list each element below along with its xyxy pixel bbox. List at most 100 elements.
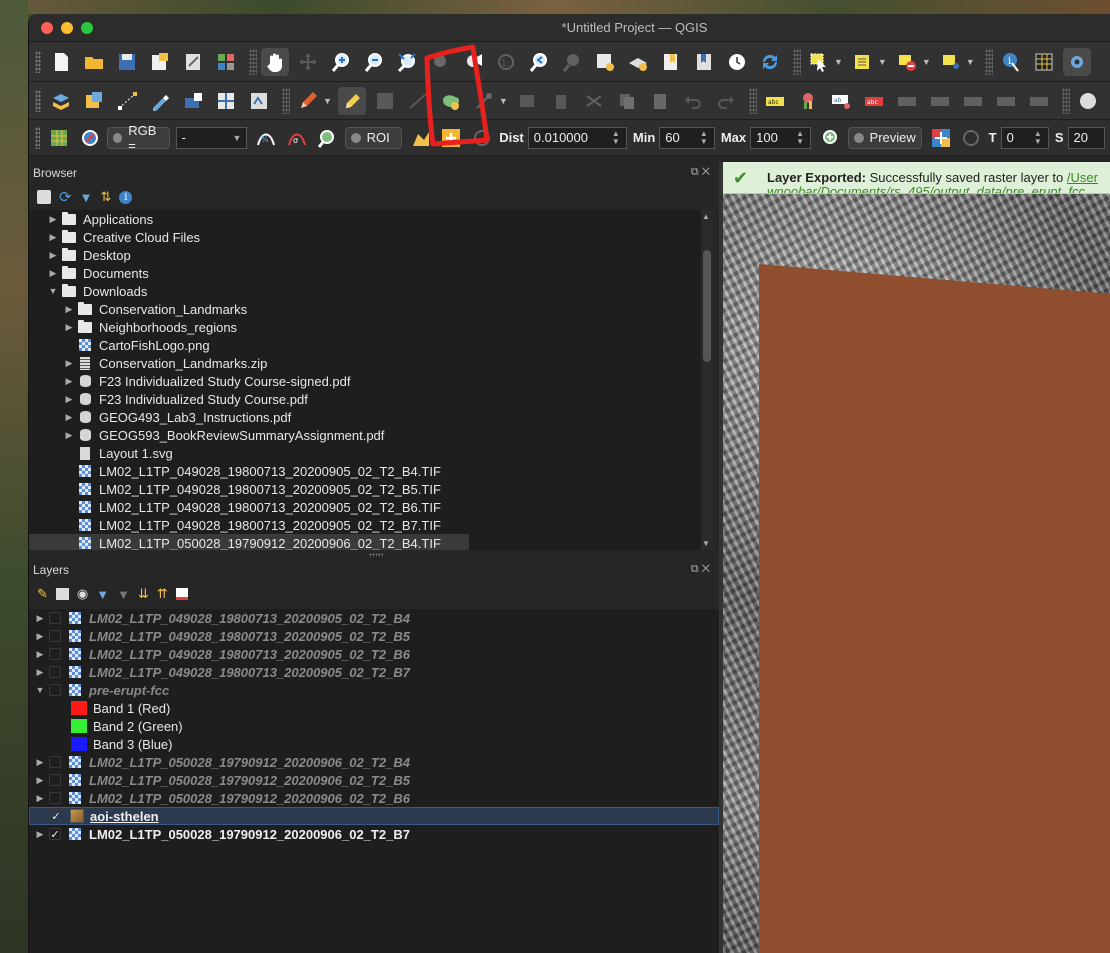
browser-item[interactable]: ▶ Conservation_Landmarks — [29, 300, 703, 318]
expand-right-arrow-icon[interactable]: ▶ — [31, 649, 49, 660]
show-hide-labels-icon[interactable] — [992, 87, 1020, 115]
save-edits-icon[interactable] — [371, 87, 399, 115]
toggle-editing-pencil-icon[interactable] — [294, 87, 322, 115]
add-layer-icon[interactable] — [80, 87, 108, 115]
expand-right-arrow-icon[interactable]: ▶ — [31, 775, 49, 786]
map-canvas[interactable] — [723, 194, 1110, 953]
modify-attributes-icon[interactable] — [514, 87, 542, 115]
panel-float-close-icon[interactable]: ⧉✕ — [691, 563, 713, 576]
collapse-all-icon[interactable]: ⇈ — [157, 586, 168, 602]
add-roi-plus-icon[interactable] — [438, 124, 463, 152]
legend-item[interactable]: Band 1 (Red) — [29, 699, 719, 717]
processing-toolbox-gear-icon[interactable] — [1062, 47, 1091, 76]
edit-pencil-icon[interactable] — [337, 86, 366, 115]
rotate-label-icon[interactable] — [926, 87, 954, 115]
min-input[interactable]: 60 ▲ ▼ — [659, 126, 715, 149]
chevron-down-icon[interactable]: ▼ — [922, 57, 931, 67]
layer-visibility-checkbox[interactable] — [49, 756, 61, 768]
expand-right-arrow-icon[interactable]: ▶ — [45, 268, 61, 279]
expand-right-arrow-icon[interactable]: ▶ — [45, 250, 61, 261]
dist-input[interactable]: 0.010000 ▲ ▼ — [527, 126, 627, 149]
aoi-polygon[interactable] — [759, 264, 1110, 953]
browser-item[interactable]: ▶ GEOG593_BookReviewSummaryAssignment.pdf — [29, 426, 703, 444]
delete-selected-icon[interactable] — [547, 87, 575, 115]
browser-scrollbar[interactable]: ▲ ▼ — [701, 210, 713, 550]
layer-visibility-checkbox[interactable] — [49, 792, 61, 804]
browser-item[interactable]: ▶ F23 Individualized Study Course.pdf — [29, 390, 703, 408]
message-path-link-continued[interactable]: wnoobar/Documents/rs_495/output_data/pre… — [767, 184, 1085, 193]
show-bookmarks-icon[interactable] — [690, 48, 718, 76]
move-label-icon[interactable] — [893, 87, 921, 115]
layer-item[interactable]: ▶ ✓ LM02_L1TP_050028_19790912_20200906_02_… — [29, 825, 719, 843]
panel-float-close-icon[interactable]: ⧉✕ — [691, 166, 713, 179]
browser-item[interactable]: CartoFishLogo.png — [29, 336, 703, 354]
zoom-to-preview-icon[interactable] — [817, 124, 842, 152]
layout-manager-icon[interactable] — [179, 48, 207, 76]
add-line-icon[interactable] — [404, 87, 432, 115]
highlight-labels-icon[interactable]: abc — [860, 87, 888, 115]
layer-visibility-checkbox[interactable] — [49, 666, 61, 678]
expand-right-arrow-icon[interactable]: ▶ — [31, 667, 49, 678]
t-input[interactable]: 0 ▲ ▼ — [1000, 126, 1049, 149]
expand-right-arrow-icon[interactable]: ▶ — [31, 829, 49, 840]
add-selected-layers-icon[interactable] — [37, 190, 51, 204]
remove-layer-icon[interactable] — [175, 588, 188, 600]
refresh-icon[interactable] — [756, 48, 784, 76]
redo-icon[interactable] — [712, 87, 740, 115]
chevron-down-icon[interactable]: ▼ — [834, 57, 843, 67]
layer-item[interactable]: ▶ LM02_L1TP_049028_19800713_20200905_02_T… — [29, 609, 719, 627]
expand-right-arrow-icon[interactable]: ▶ — [61, 376, 77, 387]
legend-item[interactable]: Band 2 (Green) — [29, 717, 719, 735]
expand-right-arrow-icon[interactable]: ▶ — [31, 613, 49, 624]
copy-features-icon[interactable] — [613, 87, 641, 115]
browser-item[interactable]: ▶ Documents — [29, 264, 703, 282]
browser-item[interactable]: LM02_L1TP_049028_19800713_20200905_02_T2… — [29, 462, 703, 480]
select-features-icon[interactable] — [805, 48, 833, 76]
expand-right-arrow-icon[interactable]: ▶ — [31, 793, 49, 804]
zoom-full-icon[interactable] — [393, 48, 421, 76]
expand-right-arrow-icon[interactable]: ▶ — [31, 757, 49, 768]
toolbar-grip[interactable] — [35, 126, 41, 149]
layer-item[interactable]: ▶ LM02_L1TP_050028_19790912_20200906_02_T… — [29, 771, 719, 789]
zoom-to-selection-icon[interactable] — [426, 48, 454, 76]
redo-preview-icon[interactable] — [958, 124, 983, 152]
layer-item[interactable]: ▶ LM02_L1TP_049028_19800713_20200905_02_T… — [29, 663, 719, 681]
max-input[interactable]: 100 ▲ ▼ — [750, 126, 812, 149]
cut-features-icon[interactable] — [580, 87, 608, 115]
toolbar-grip[interactable] — [35, 89, 41, 112]
browser-item[interactable]: ▶ GEOG493_Lab3_Instructions.pdf — [29, 408, 703, 426]
label-properties-icon[interactable] — [1025, 87, 1053, 115]
chevron-down-icon[interactable]: ▼ — [878, 57, 887, 67]
new-print-layout-icon[interactable] — [146, 48, 174, 76]
rgb-combo[interactable]: RGB = — [107, 123, 170, 153]
zoom-to-roi-icon[interactable] — [314, 124, 339, 152]
zoom-last-icon[interactable] — [525, 48, 553, 76]
scp-dock-icon[interactable] — [46, 124, 71, 152]
layer-item[interactable]: ▼ pre-erupt-fcc — [29, 681, 719, 699]
expand-right-arrow-icon[interactable]: ▶ — [61, 412, 77, 423]
browser-item[interactable]: ▶ Applications — [29, 210, 703, 228]
layer-item[interactable]: ▶ LM02_L1TP_049028_19800713_20200905_02_T… — [29, 645, 719, 663]
zoom-next-icon[interactable] — [558, 48, 586, 76]
panel-splitter[interactable] — [369, 553, 383, 557]
expand-right-arrow-icon[interactable]: ▶ — [61, 394, 77, 405]
layer-styling-icon[interactable]: ✎ — [37, 586, 48, 602]
add-polygon-feature-icon[interactable] — [437, 87, 465, 115]
layer-visibility-checkbox[interactable]: ✓ — [49, 828, 61, 841]
undo-icon[interactable] — [679, 87, 707, 115]
browser-item[interactable]: LM02_L1TP_049028_19800713_20200905_02_T2… — [29, 498, 703, 516]
data-source-manager-icon[interactable] — [47, 87, 75, 115]
save-project-icon[interactable] — [113, 48, 141, 76]
filter-by-expression-icon[interactable]: ▼ — [117, 587, 130, 602]
browser-item[interactable]: ▶ F23 Individualized Study Course-signed.… — [29, 372, 703, 390]
zoom-out-icon[interactable] — [360, 48, 388, 76]
legend-item[interactable]: Band 3 (Blue) — [29, 735, 719, 753]
chevron-down-icon[interactable]: ▼ — [323, 96, 332, 106]
layer-visibility-checkbox[interactable] — [49, 630, 61, 642]
zoom-to-input-icon[interactable] — [77, 124, 102, 152]
chevron-down-icon[interactable]: ▼ — [966, 57, 975, 67]
open-project-icon[interactable] — [80, 48, 108, 76]
expand-right-arrow-icon[interactable]: ▶ — [45, 214, 61, 225]
pan-to-selection-icon[interactable] — [294, 48, 322, 76]
layer-visibility-checkbox[interactable] — [49, 612, 61, 624]
